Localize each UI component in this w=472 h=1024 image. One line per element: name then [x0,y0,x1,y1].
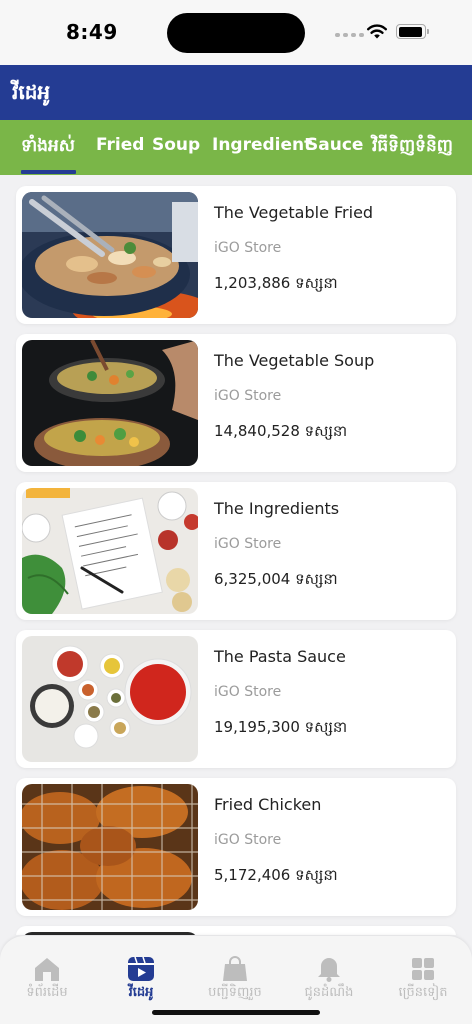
nav-item-video[interactable]: វីដេអូ [96,956,186,1003]
vegetable-soup-thumbnail[interactable] [22,340,198,466]
shopping-bag-icon [223,956,247,981]
ingredients-thumbnail[interactable] [22,488,198,614]
video-card[interactable] [16,926,456,935]
video-title: The Ingredients [214,499,340,518]
video-icon [128,956,154,981]
video-view-count: 14,840,528 ទស្សនា [214,422,348,440]
pasta-sauce-thumbnail[interactable] [22,636,198,762]
video-view-count: 6,325,004 ទស្សនា [214,570,338,588]
tab-fried[interactable]: Fried [96,135,144,155]
nav-item-home[interactable]: ទំព័រដើម [2,956,92,1003]
video-card[interactable]: The Vegetable Soup iGO Store 14,840,528 … [16,334,456,472]
video-card[interactable]: The Ingredients iGO Store 6,325,004 ទស្ស… [16,482,456,620]
status-bar: 8:49 [0,0,472,65]
grid-icon [412,958,434,980]
home-icon [35,958,59,981]
nav-item-more[interactable]: ច្រើនទៀត [378,956,468,1003]
home-indicator [152,1010,320,1015]
tab-sauce[interactable]: Sauce [306,135,363,155]
category-tabs: ទាំងអស់ Fried Soup Ingredient Sauce វិធី… [0,120,472,175]
dynamic-island [167,13,305,53]
nav-label: ច្រើនទៀត [398,985,448,1000]
battery-icon [396,24,429,39]
video-title: The Vegetable Fried [214,203,374,222]
video-list[interactable]: The Vegetable Fried iGO Store 1,203,886 … [0,175,472,935]
video-store: iGO Store [214,832,282,848]
app-header: វីដេអូ [0,65,472,120]
video-title: The Pasta Sauce [214,647,346,666]
nav-label: ជូនដំណឹង [304,985,354,1000]
nav-label: វីដេអូ [128,985,154,1000]
bell-icon [318,958,340,982]
tab-all[interactable]: ទាំងអស់ [21,135,75,160]
page-title: វីដេអូ [12,80,51,104]
status-time: 8:49 [66,20,118,44]
fried-vegetables-thumbnail[interactable] [22,192,198,318]
video-title: The Vegetable Soup [214,351,375,370]
cellular-signal-icon [335,33,364,37]
video-thumbnail[interactable] [22,932,198,935]
nav-item-purchased[interactable]: បញ្ជីទិញរួច [190,956,280,1003]
nav-label: ទំព័រដើម [26,985,68,1000]
tab-how-to-buy[interactable]: វិធីទិញទំនិញ [372,135,453,160]
video-store: iGO Store [214,388,282,404]
tab-soup[interactable]: Soup [152,135,200,155]
nav-label: បញ្ជីទិញរួច [208,985,262,1000]
wifi-icon [367,24,387,39]
video-view-count: 1,203,886 ទស្សនា [214,274,338,292]
fried-chicken-thumbnail[interactable] [22,784,198,910]
video-store: iGO Store [214,240,282,256]
tab-ingredient[interactable]: Ingredient [212,135,312,155]
video-view-count: 19,195,300 ទស្សនា [214,718,348,736]
video-store: iGO Store [214,684,282,700]
video-card[interactable]: The Vegetable Fried iGO Store 1,203,886 … [16,186,456,324]
video-card[interactable]: Fried Chicken iGO Store 5,172,406 ទស្សនា [16,778,456,916]
video-view-count: 5,172,406 ទស្សនា [214,866,338,884]
video-title: Fried Chicken [214,795,322,814]
nav-item-notifications[interactable]: ជូនដំណឹង [284,956,374,1003]
active-tab-indicator [21,170,76,174]
video-card[interactable]: The Pasta Sauce iGO Store 19,195,300 ទស្… [16,630,456,768]
video-store: iGO Store [214,536,282,552]
